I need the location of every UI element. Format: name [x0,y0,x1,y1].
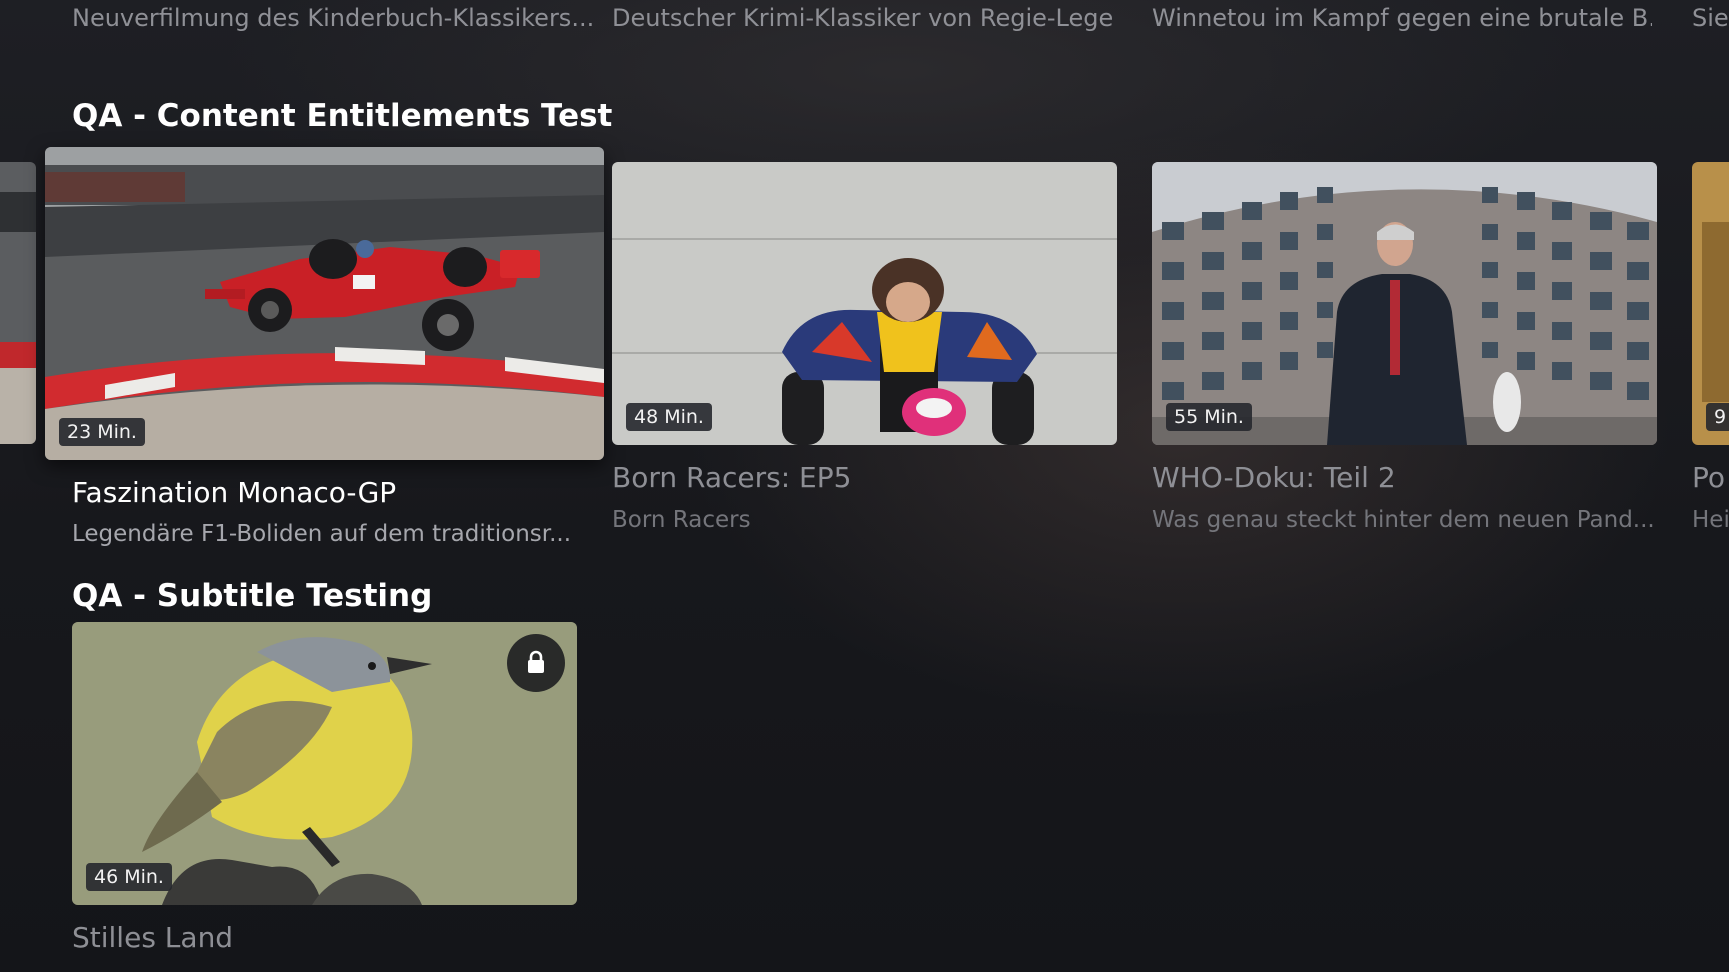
previous-card-thumbnail [0,162,36,444]
row-title-subtitle-testing: QA - Subtitle Testing [72,578,433,614]
card-born-racers-ep5[interactable]: 48 Min. Born Racers: EP5 Born Racers [612,162,1117,542]
thumbnail-yellow-bird: 46 Min. [72,622,577,905]
thumbnail-young-racer: 48 Min. [612,162,1117,445]
top-row-subtitle-2: Deutscher Krimi-Klassiker von Regie-Lege… [612,4,1112,32]
top-row-subtitle-1: Neuverfilmung des Kinderbuch-Klassikers.… [72,4,592,32]
duration-badge: 9 [1706,403,1729,431]
thumbnail-partial: 9 [1692,162,1729,445]
card-title: Stilles Land [72,921,234,954]
card-faszination-monaco-gp[interactable]: 23 Min. Faszination Monaco-GP Legendäre … [45,147,604,557]
card-subtitle: Legendäre F1-Boliden auf dem traditionsr… [72,521,572,547]
thumbnail-f1-race-car: 23 Min. [45,147,604,460]
card-subtitle: Born Racers [612,507,751,533]
previous-card-partial[interactable] [0,162,36,444]
card-stilles-land[interactable]: 46 Min. Stilles Land [72,622,577,962]
card-title: Born Racers: EP5 [612,461,852,494]
card-who-doku-teil-2[interactable]: 55 Min. WHO-Doku: Teil 2 Was genau steck… [1152,162,1657,542]
card-subtitle: Was genau steckt hinter dem neuen Pand..… [1152,507,1655,533]
row-title-entitlements: QA - Content Entitlements Test [72,98,613,134]
card-next-partial[interactable]: 9 Po Hei [1692,162,1729,542]
duration-badge: 23 Min. [59,418,145,446]
lock-icon [507,634,565,692]
duration-badge: 46 Min. [86,863,172,891]
card-subtitle: Hei [1692,507,1729,533]
browse-screen: Neuverfilmung des Kinderbuch-Klassikers.… [0,0,1729,972]
card-title: WHO-Doku: Teil 2 [1152,461,1396,494]
card-title: Po [1692,461,1726,494]
duration-badge: 48 Min. [626,403,712,431]
duration-badge: 55 Min. [1166,403,1252,431]
top-row-subtitle-4: Sie [1692,4,1729,32]
card-title: Faszination Monaco-GP [72,476,397,509]
thumbnail-circular-building: 55 Min. [1152,162,1657,445]
top-row-subtitle-3: Winnetou im Kampf gegen eine brutale B..… [1152,4,1652,32]
